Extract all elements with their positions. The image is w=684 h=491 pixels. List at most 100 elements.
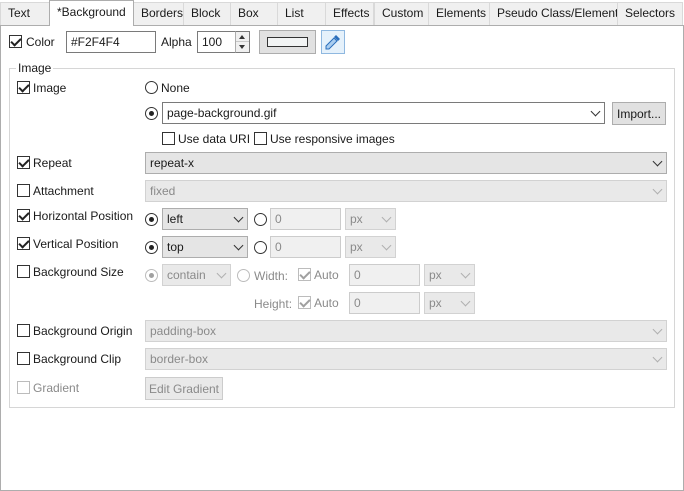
horizontal-keyword-value: left xyxy=(167,212,184,226)
horizontal-unit-dropdown[interactable]: px xyxy=(345,208,396,230)
tab-strip: Text *Background Borders Block Box List … xyxy=(0,0,684,26)
vertical-unit-value: px xyxy=(350,240,363,254)
repeat-label: Repeat xyxy=(33,156,72,170)
eyedropper-button[interactable] xyxy=(321,30,345,54)
background-origin-dropdown[interactable]: padding-box xyxy=(145,320,667,342)
color-swatch-button[interactable] xyxy=(259,30,316,54)
tab-block[interactable]: Block xyxy=(183,2,231,25)
tab-selectors[interactable]: Selectors xyxy=(617,2,683,25)
alpha-label: Alpha xyxy=(161,35,192,49)
background-clip-dropdown[interactable]: border-box xyxy=(145,348,667,370)
use-data-uri-checkbox[interactable] xyxy=(162,132,175,145)
use-responsive-label: Use responsive images xyxy=(270,132,395,146)
chevron-down-icon xyxy=(381,240,392,251)
repeat-dropdown[interactable]: repeat-x xyxy=(145,152,667,174)
gradient-checkbox[interactable] xyxy=(17,381,30,394)
image-none-radio[interactable] xyxy=(145,81,158,94)
image-label: Image xyxy=(33,81,67,95)
gradient-label: Gradient xyxy=(33,381,80,395)
chevron-down-icon xyxy=(460,296,471,307)
use-data-uri-label: Use data URI xyxy=(178,132,251,146)
chevron-down-icon xyxy=(652,324,663,335)
image-group-title: Image xyxy=(16,61,54,75)
width-unit-dropdown[interactable]: px xyxy=(424,264,475,286)
background-size-checkbox[interactable] xyxy=(17,265,30,278)
chevron-down-icon xyxy=(381,212,392,223)
horizontal-position-label: Horizontal Position xyxy=(33,209,134,223)
vertical-keyword-radio[interactable] xyxy=(145,241,158,254)
chevron-down-icon xyxy=(233,212,244,223)
alpha-input[interactable]: 100 xyxy=(197,31,236,53)
height-unit-value: px xyxy=(429,296,442,310)
width-number-input[interactable]: 0 xyxy=(349,264,420,286)
vertical-position-checkbox[interactable] xyxy=(17,237,30,250)
tab-box[interactable]: Box xyxy=(230,2,278,25)
use-responsive-checkbox[interactable] xyxy=(254,132,267,145)
size-keyword-radio[interactable] xyxy=(145,269,158,282)
chevron-down-icon xyxy=(233,240,244,251)
width-unit-value: px xyxy=(429,268,442,282)
spin-up-icon[interactable] xyxy=(236,32,249,42)
horizontal-position-checkbox[interactable] xyxy=(17,209,30,222)
image-file-radio[interactable] xyxy=(145,107,158,120)
chevron-down-icon xyxy=(460,268,471,279)
image-checkbox[interactable] xyxy=(17,81,30,94)
vertical-keyword-dropdown[interactable]: top xyxy=(162,236,248,258)
attachment-value: fixed xyxy=(150,184,176,198)
horizontal-unit-value: px xyxy=(350,212,363,226)
background-origin-checkbox[interactable] xyxy=(17,324,30,337)
tab-elements[interactable]: Elements xyxy=(428,2,490,25)
tab-custom[interactable]: Custom xyxy=(374,2,429,25)
vertical-number-radio[interactable] xyxy=(254,241,267,254)
background-origin-value: padding-box xyxy=(150,324,217,338)
tab-text[interactable]: Text xyxy=(0,2,50,25)
vertical-number-input[interactable]: 0 xyxy=(270,236,341,258)
background-size-label: Background Size xyxy=(33,265,124,279)
chevron-down-icon xyxy=(216,268,227,279)
attachment-checkbox[interactable] xyxy=(17,184,30,197)
background-clip-checkbox[interactable] xyxy=(17,352,30,365)
size-keyword-dropdown[interactable]: contain xyxy=(162,264,231,286)
import-button[interactable]: Import... xyxy=(612,102,666,125)
width-label: Width: xyxy=(254,269,289,283)
tab-borders[interactable]: Borders xyxy=(133,2,184,25)
height-auto-label: Auto xyxy=(314,296,339,310)
tab-effects[interactable]: Effects xyxy=(325,2,374,25)
tab-pseudo-class[interactable]: Pseudo Class/Element xyxy=(489,2,618,25)
tab-list[interactable]: List xyxy=(277,2,326,25)
size-custom-radio[interactable] xyxy=(237,269,250,282)
repeat-checkbox[interactable] xyxy=(17,156,30,169)
image-none-label: None xyxy=(161,81,190,95)
width-auto-checkbox[interactable] xyxy=(298,268,311,281)
tab-background[interactable]: *Background xyxy=(49,0,134,26)
height-auto-checkbox[interactable] xyxy=(298,296,311,309)
width-auto-label: Auto xyxy=(314,268,339,282)
background-clip-label: Background Clip xyxy=(33,352,122,366)
image-file-dropdown[interactable]: page-background.gif xyxy=(162,102,605,124)
color-checkbox[interactable] xyxy=(9,35,22,48)
size-keyword-value: contain xyxy=(167,268,206,282)
chevron-down-icon xyxy=(652,184,663,195)
alpha-spinner[interactable] xyxy=(235,31,250,53)
attachment-dropdown[interactable]: fixed xyxy=(145,180,667,202)
horizontal-keyword-radio[interactable] xyxy=(145,213,158,226)
vertical-position-label: Vertical Position xyxy=(33,237,119,251)
edit-gradient-button[interactable]: Edit Gradient xyxy=(145,377,223,400)
vertical-keyword-value: top xyxy=(167,240,184,254)
background-clip-value: border-box xyxy=(150,352,209,366)
eyedropper-icon xyxy=(325,35,340,50)
image-file-value: page-background.gif xyxy=(167,106,277,120)
horizontal-number-input[interactable]: 0 xyxy=(270,208,341,230)
vertical-unit-dropdown[interactable]: px xyxy=(345,236,396,258)
background-origin-label: Background Origin xyxy=(33,324,133,338)
attachment-label: Attachment xyxy=(33,184,94,198)
spin-down-icon[interactable] xyxy=(236,42,249,52)
height-unit-dropdown[interactable]: px xyxy=(424,292,475,314)
chevron-down-icon xyxy=(590,106,601,117)
repeat-value: repeat-x xyxy=(150,156,195,170)
color-hex-input[interactable]: #F2F4F4 xyxy=(66,31,156,53)
horizontal-keyword-dropdown[interactable]: left xyxy=(162,208,248,230)
color-label: Color xyxy=(26,35,55,49)
horizontal-number-radio[interactable] xyxy=(254,213,267,226)
height-number-input[interactable]: 0 xyxy=(349,292,420,314)
